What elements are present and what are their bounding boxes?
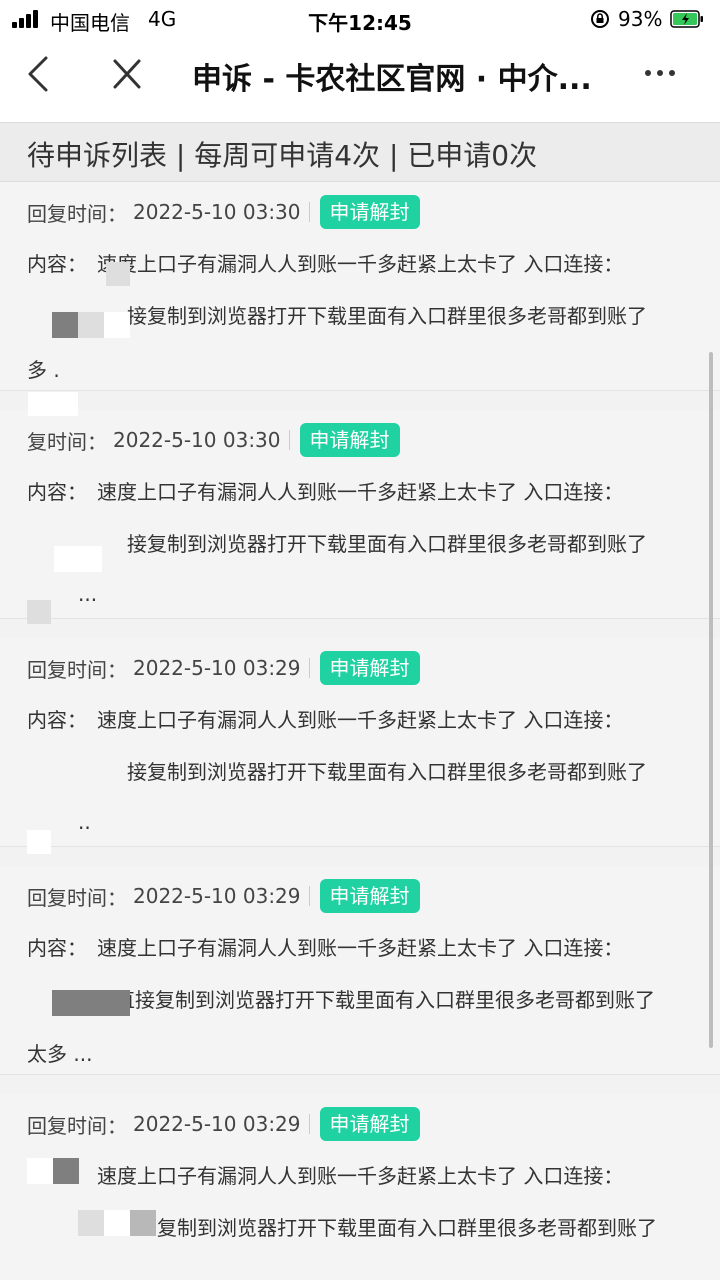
redaction-block	[27, 830, 51, 854]
redaction-block	[78, 312, 104, 338]
appeal-summary-text: 待申诉列表 | 每周可申请4次 | 已申请0次	[27, 139, 538, 172]
content-line: ..	[78, 810, 91, 834]
redaction-block	[52, 312, 78, 338]
content-line: 多 .	[27, 358, 60, 382]
redaction-block	[104, 1210, 130, 1236]
appeal-list: 回复时间： 2022-5-10 03:30 申请解封 内容： 速度上口子有漏洞人人…	[0, 182, 720, 1280]
content-text: 内容： 速度上口子有漏洞人人到账一千多赶紧上太卡了 入口连接：	[27, 476, 623, 505]
content-line: 太多 ...	[27, 1042, 93, 1066]
content-label: 内容：	[27, 480, 87, 504]
close-icon[interactable]	[108, 56, 146, 92]
content-label: 内容：	[27, 936, 87, 960]
divider	[308, 1114, 310, 1134]
content-line: 复制到浏览器打开下载里面有入口群里很多老哥都到账了	[157, 1216, 657, 1240]
divider	[308, 886, 310, 906]
redaction-block	[78, 990, 104, 1016]
redaction-block	[53, 1158, 79, 1184]
battery-percent: 93%	[618, 7, 663, 31]
content-line: 接复制到浏览器打开下载里面有入口群里很多老哥都到账了	[127, 760, 647, 784]
content-line: ...	[78, 582, 98, 606]
reply-time: 2022-5-10 03:29	[133, 656, 301, 680]
redaction-block	[52, 990, 78, 1016]
divider	[308, 658, 310, 678]
reply-time-label: 复时间：	[27, 429, 107, 454]
content-line: 接复制到浏览器打开下载里面有入口群里很多老哥都到账了	[127, 304, 647, 328]
clock: 下午12:45	[308, 11, 412, 35]
reply-time-row: 复时间： 2022-5-10 03:30 申请解封	[27, 422, 400, 458]
apply-unban-button[interactable]: 申请解封	[299, 423, 400, 457]
content-line: 速度上口子有漏洞人人到账一千多赶紧上太卡了 入口连接：	[97, 1164, 624, 1188]
reply-time-label: 回复时间：	[27, 201, 127, 226]
list-item: 回复时间： 2022-5-10 03:29 申请解封 内容： 速度上口子有漏洞人人…	[0, 866, 720, 1075]
reply-time: 2022-5-10 03:29	[133, 884, 301, 908]
apply-unban-button[interactable]: 申请解封	[319, 879, 420, 913]
appeal-summary-bar: 待申诉列表 | 每周可申请4次 | 已申请0次	[0, 122, 720, 182]
orientation-lock-icon	[591, 10, 609, 28]
reply-time-row: 回复时间： 2022-5-10 03:29 申请解封	[27, 878, 420, 914]
redaction-block	[104, 312, 130, 338]
page-title: 申诉 - 卡农社区官网 · 中介...	[192, 62, 592, 97]
reply-time-label: 回复时间：	[27, 1113, 127, 1138]
content-text: 内容： 速度上口子有漏洞人人到账一千多赶紧上太卡了 入口连接：	[27, 704, 623, 733]
reply-time-row: 回复时间： 2022-5-10 03:29 申请解封	[27, 1106, 420, 1142]
back-icon[interactable]	[20, 54, 56, 94]
divider	[308, 202, 310, 222]
apply-unban-button[interactable]: 申请解封	[319, 1107, 420, 1141]
reply-time-row: 回复时间： 2022-5-10 03:30 申请解封	[27, 194, 420, 230]
nav-bar: 申诉 - 卡农社区官网 · 中介...	[0, 38, 720, 122]
content-text: 速度上口子有漏洞人人到账一千多赶紧上太卡了 入口连接：	[27, 1160, 623, 1189]
reply-time: 2022-5-10 03:29	[133, 1112, 301, 1136]
list-item: 回复时间： 2022-5-10 03:30 申请解封 内容： 速度上口子有漏洞人人…	[0, 182, 720, 391]
redaction-block	[104, 990, 130, 1016]
reply-time: 2022-5-10 03:30	[113, 428, 281, 452]
apply-unban-button[interactable]: 申请解封	[319, 651, 420, 685]
reply-time-label: 回复时间：	[27, 885, 127, 910]
content-label: 内容：	[27, 252, 87, 276]
redaction-block	[106, 262, 130, 286]
divider	[288, 430, 290, 450]
reply-time: 2022-5-10 03:30	[133, 200, 301, 224]
content-line: 速度上口子有漏洞人人到账一千多赶紧上太卡了 入口连接：	[97, 252, 624, 276]
battery-icon	[670, 10, 703, 28]
apply-unban-button[interactable]: 申请解封	[319, 195, 420, 229]
more-icon[interactable]	[640, 58, 680, 88]
content-text: 内容： 速度上口子有漏洞人人到账一千多赶紧上太卡了 入口连接：	[27, 932, 623, 961]
redaction-block	[54, 546, 102, 572]
status-bar: 中国电信 4G 下午12:45 93%	[0, 0, 720, 38]
redaction-block	[27, 600, 51, 624]
redaction-block	[27, 1158, 53, 1184]
content-line: 速度上口子有漏洞人人到账一千多赶紧上太卡了 入口连接：	[97, 480, 624, 504]
reply-time-label: 回复时间：	[27, 657, 127, 682]
redaction-block	[28, 392, 78, 416]
list-item: 复时间： 2022-5-10 03:30 申请解封 内容： 速度上口子有漏洞人人到…	[0, 392, 720, 624]
content-line: 接复制到浏览器打开下载里面有入口群里很多老哥都到账了	[127, 532, 647, 556]
content-line: 速度上口子有漏洞人人到账一千多赶紧上太卡了 入口连接：	[97, 936, 624, 960]
list-item: 回复时间： 2022-5-10 03:29 申请解封 速度上口子有漏洞人人到账一…	[0, 1094, 720, 1280]
content-label: 内容：	[27, 708, 87, 732]
list-item: 回复时间： 2022-5-10 03:29 申请解封 内容： 速度上口子有漏洞人人…	[0, 638, 720, 854]
redaction-block	[130, 1210, 156, 1236]
content-line: 速度上口子有漏洞人人到账一千多赶紧上太卡了 入口连接：	[97, 708, 624, 732]
content-line: 直接复制到浏览器打开下载里面有入口群里很多老哥都到账了	[115, 988, 655, 1012]
reply-time-row: 回复时间： 2022-5-10 03:29 申请解封	[27, 650, 420, 686]
scrollbar[interactable]	[709, 352, 713, 1048]
redaction-block	[78, 1210, 104, 1236]
